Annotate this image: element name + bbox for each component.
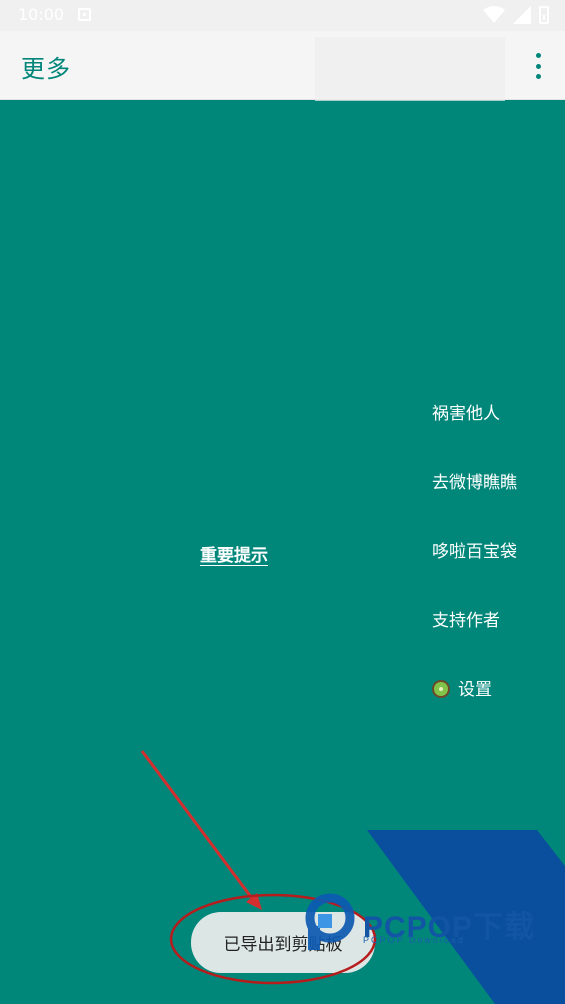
- wifi-icon: [483, 6, 505, 23]
- app-bar: 更多: [0, 31, 565, 101]
- annotation-arrowhead: [246, 893, 262, 910]
- menu-item-harm-others[interactable]: 祸害他人: [432, 393, 562, 462]
- annotation-arrow: [140, 750, 259, 906]
- battery-icon: [539, 6, 549, 24]
- notification-icon: [78, 8, 91, 21]
- signal-icon: [513, 6, 531, 24]
- kiwi-icon: [432, 680, 450, 698]
- important-notice-link[interactable]: 重要提示: [200, 541, 268, 566]
- toast-message: 已导出到剪贴板: [191, 912, 375, 973]
- menu-item-label: 设置: [458, 680, 492, 700]
- menu-item-settings[interactable]: 设置: [432, 669, 562, 738]
- status-bar: 10:00: [0, 0, 565, 31]
- more-options-icon[interactable]: [531, 53, 545, 79]
- menu-item-label: 支持作者: [432, 611, 500, 631]
- status-time: 10:00: [18, 5, 65, 24]
- menu-item-treasure-bag[interactable]: 哆啦百宝袋: [432, 531, 562, 600]
- menu-item-label: 祸害他人: [432, 404, 500, 424]
- menu-item-label: 去微博瞧瞧: [432, 473, 517, 493]
- toast-text: 已导出到剪贴板: [223, 935, 343, 955]
- menu-item-support-author[interactable]: 支持作者: [432, 600, 562, 669]
- popup-menu: 祸害他人 去微博瞧瞧 哆啦百宝袋 支持作者 设置: [432, 393, 562, 738]
- watermark-subtitle: PCPOP Download: [363, 935, 465, 945]
- menu-item-label: 哆啦百宝袋: [432, 542, 517, 562]
- menu-item-weibo[interactable]: 去微博瞧瞧: [432, 462, 562, 531]
- screen: 10:00 更多 祸害他人 去微博瞧瞧 哆啦百宝袋 支持作者 设置 重要提示 已…: [0, 0, 565, 1004]
- page-title: 更多: [21, 55, 71, 83]
- status-icons: [483, 6, 549, 24]
- faded-popup-menu: [315, 37, 505, 101]
